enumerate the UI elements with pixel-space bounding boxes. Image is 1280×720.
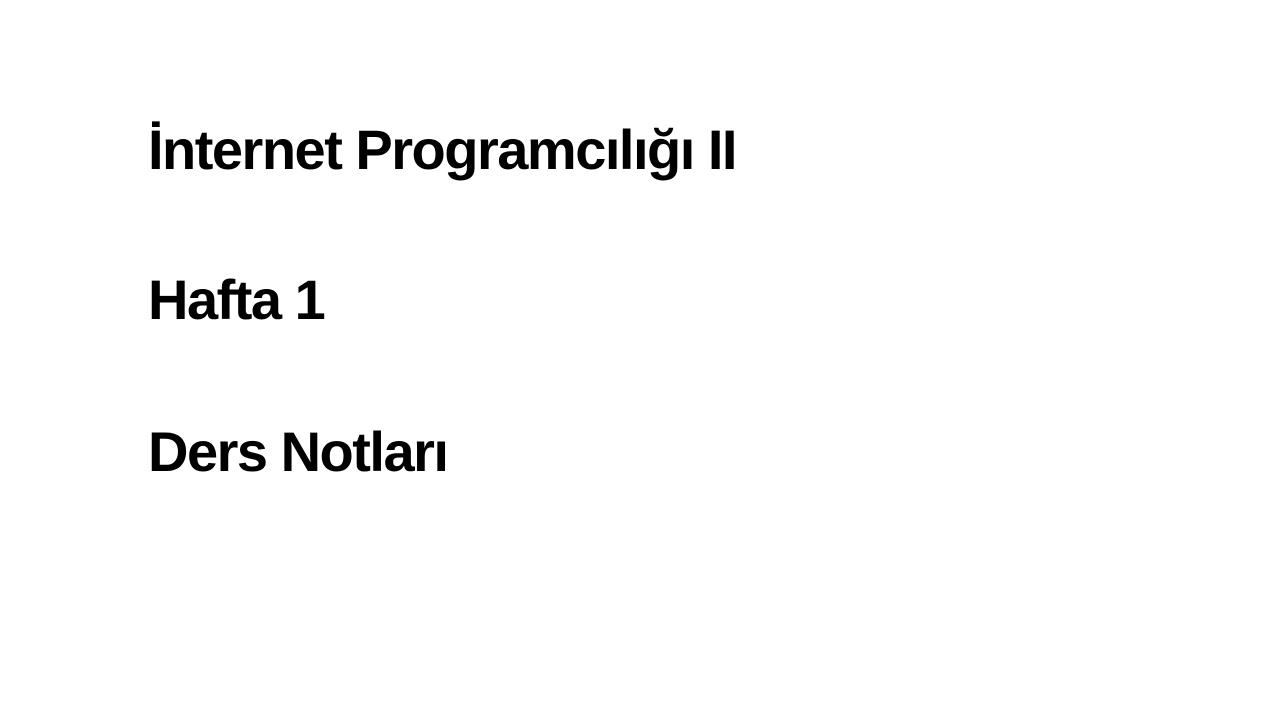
notes-heading: Ders Notları (148, 420, 449, 483)
slide-title: İnternet Programcılığı II (148, 118, 737, 181)
week-heading: Hafta 1 (148, 268, 326, 331)
slide: İnternet Programcılığı II Hafta 1 Ders N… (0, 0, 1280, 720)
